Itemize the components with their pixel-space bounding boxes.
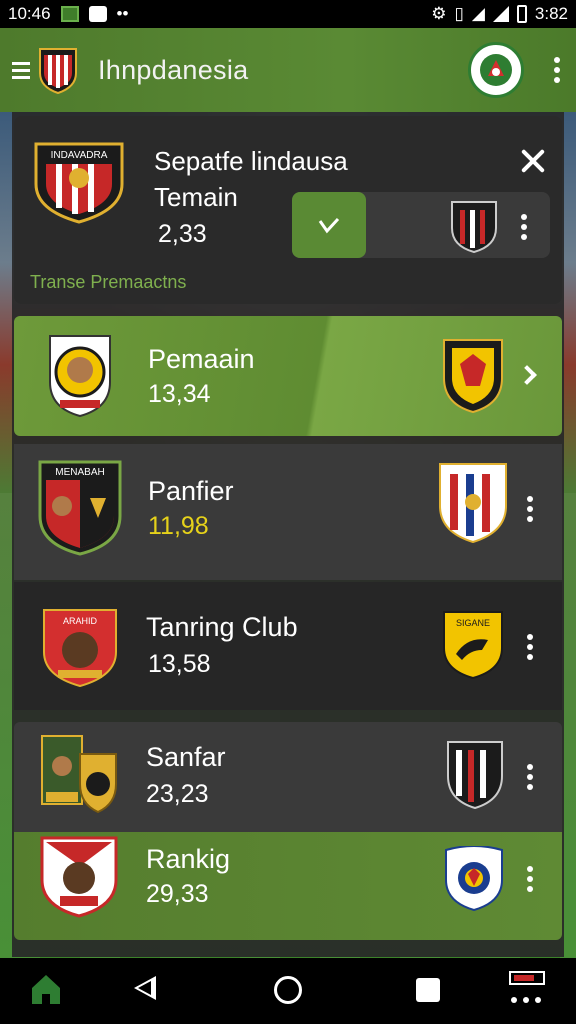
row3-menu-icon[interactable]: [526, 634, 534, 660]
row1-right-crest-icon: [443, 339, 503, 414]
row2-left-crest-icon: MENABAH: [38, 460, 122, 556]
camera-notification-icon: [88, 6, 107, 22]
home-button[interactable]: [274, 976, 302, 1004]
app-notification-icon: [60, 6, 79, 22]
row4-right-crest-icon: [447, 741, 503, 810]
row3-right-crest-icon: SIGANE: [443, 611, 503, 680]
row4-menu-icon[interactable]: [526, 764, 534, 790]
featured-team-caption: Transe Premaactns: [30, 272, 187, 292]
menu-icon[interactable]: [12, 61, 30, 79]
check-icon: [318, 217, 340, 234]
app-title: Ihnpdanesia: [98, 54, 249, 85]
featured-team-title: Sepatfe lindausa: [154, 146, 348, 176]
vibrate-icon: ▯: [454, 4, 464, 23]
row5-value: 29,33: [146, 880, 209, 908]
row2-name: Panfier: [148, 476, 234, 506]
wifi-icon: ◢: [471, 4, 485, 23]
battery-icon: [516, 5, 527, 23]
row2-value: 11,98: [148, 512, 209, 540]
row4-value: 23,23: [146, 780, 209, 808]
row5-left-crest-icon: [40, 836, 118, 918]
featured-team-value: 2,33: [158, 220, 207, 248]
home-icon[interactable]: [30, 972, 62, 1006]
follow-toggle-knob[interactable]: [292, 192, 366, 258]
row5-menu-icon[interactable]: [526, 866, 534, 892]
row1-value: 13,34: [148, 380, 211, 408]
back-button[interactable]: [134, 976, 156, 1000]
featured-team-crest-icon: INDAVADRA: [34, 142, 124, 224]
alarm-icon: ⚙: [431, 4, 447, 23]
row2-crest-text: MENABAH: [55, 467, 104, 478]
row2-right-crest-icon: [439, 463, 507, 544]
row3-name: Tanring Club: [146, 612, 298, 642]
row2-menu-icon[interactable]: [526, 496, 534, 522]
row4-left-crest-icon: [41, 735, 117, 814]
status-time: 10:46: [8, 4, 51, 23]
league-badge-icon[interactable]: [468, 42, 524, 98]
row5-name: Rankig: [146, 844, 231, 874]
close-button[interactable]: [518, 146, 548, 176]
row3-right-crest-text: SIGANE: [456, 618, 490, 628]
row1-name: Pemaain: [148, 344, 255, 374]
featured-crest-text: INDAVADRA: [51, 150, 108, 161]
overflow-menu-icon[interactable]: [550, 57, 564, 83]
club-logo-icon: [39, 48, 77, 95]
row3-value: 13,58: [148, 650, 211, 678]
featured-team-subtitle: Temain: [154, 182, 238, 212]
row3-left-crest-icon: ARAHID: [43, 609, 117, 688]
row4-name: Sanfar: [146, 742, 226, 772]
more-notifications-icon: ••: [116, 4, 129, 23]
recents-button[interactable]: [416, 978, 440, 1002]
featured-card-menu-icon[interactable]: [520, 214, 528, 240]
status-bar: 10:46 •• ⚙ ▯ ◢ 3:82: [0, 0, 576, 28]
row1-left-crest-icon: [49, 335, 111, 418]
app-bar: Ihnpdanesia: [0, 28, 576, 112]
signal-icon: [492, 6, 509, 22]
row5-right-crest-icon: [445, 846, 503, 912]
row3-crest-text: ARAHID: [63, 616, 98, 626]
toggle-club-crest-icon: [451, 201, 497, 254]
accessibility-icon[interactable]: [506, 970, 550, 1010]
status-clock: 3:82: [534, 4, 568, 23]
